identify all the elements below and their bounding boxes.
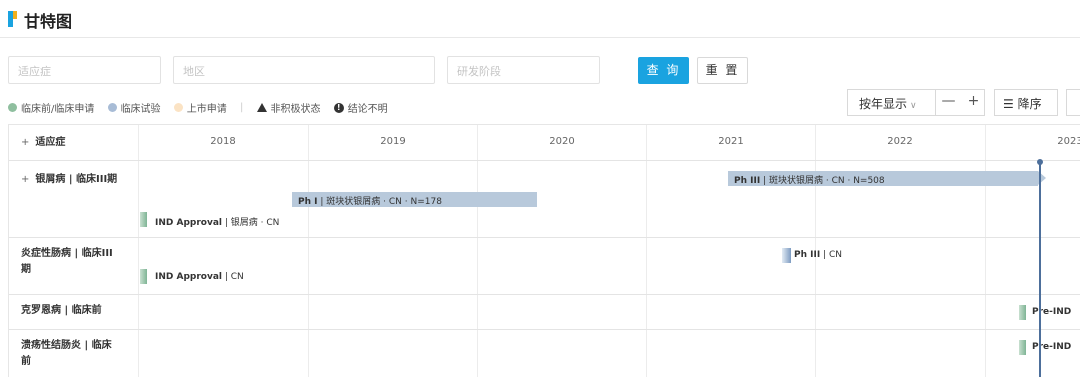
row-label-uc[interactable]: 溃疡性结肠炎 | 临床前 bbox=[21, 338, 121, 370]
title-bar: 甘特图 bbox=[0, 0, 1080, 38]
year-2019: 2019 bbox=[380, 136, 406, 147]
row-divider bbox=[9, 160, 1080, 161]
today-marker-icon bbox=[1037, 159, 1043, 165]
bar-phase: Ph III bbox=[794, 250, 821, 260]
grid-divider bbox=[477, 125, 478, 377]
legend-label-clinical: 临床试验 bbox=[120, 104, 161, 115]
phase3-ibd-text: Ph III | CN bbox=[794, 250, 842, 260]
bar-phase: Ph III bbox=[734, 176, 761, 186]
year-view-label: 按年显示 bbox=[859, 97, 908, 111]
ind-phase: IND Approval bbox=[155, 218, 222, 228]
year-2023: 2023 bbox=[1057, 136, 1080, 147]
extra-toolbar-button[interactable] bbox=[1066, 89, 1080, 116]
legend-label-market: 上市申请 bbox=[186, 104, 227, 115]
grid-divider bbox=[646, 125, 647, 377]
zoom-out-button[interactable]: — bbox=[936, 93, 961, 109]
reset-button[interactable]: 重 置 bbox=[697, 57, 748, 84]
ind-psoriasis-text: IND Approval | 银屑病 · CN bbox=[155, 218, 280, 228]
inactive-triangle-icon bbox=[256, 103, 267, 112]
expand-all-icon[interactable]: + bbox=[21, 137, 29, 148]
chevron-down-icon: ∨ bbox=[910, 101, 917, 111]
bar-sample: N=178 bbox=[410, 197, 442, 207]
year-2022: 2022 bbox=[887, 136, 913, 147]
sort-list-icon: ☰ bbox=[1003, 97, 1018, 111]
row-label-psoriasis[interactable]: + 银屑病 | 临床III期 bbox=[21, 172, 117, 188]
bar-region: CN bbox=[388, 197, 402, 207]
unclear-exclamation-icon: ! bbox=[333, 102, 344, 113]
preind-crohns-text: Pre-IND bbox=[1032, 307, 1072, 317]
row-label-ibd[interactable]: 炎症性肠病 | 临床III期 bbox=[21, 246, 121, 278]
ind-phase: IND Approval bbox=[155, 272, 222, 282]
legend-label-preclinical: 临床前/临床申请 bbox=[21, 104, 95, 115]
year-2021: 2021 bbox=[718, 136, 744, 147]
ind-region: CN bbox=[266, 218, 280, 228]
title-accent-secondary-icon bbox=[13, 11, 17, 19]
ind-region: CN bbox=[230, 272, 244, 282]
legend-label-unclear: 结论不明 bbox=[347, 104, 388, 115]
sort-descending-button[interactable]: ☰ 降序 bbox=[994, 89, 1058, 116]
row-label-crohns[interactable]: 克罗恩病 | 临床前 bbox=[21, 303, 102, 319]
phase-filter-input[interactable]: 研发阶段 bbox=[447, 56, 600, 84]
sort-label: 降序 bbox=[1017, 97, 1042, 111]
phase3-ibd-marker[interactable] bbox=[782, 248, 791, 263]
today-line bbox=[1039, 161, 1041, 377]
legend-divider: | bbox=[239, 102, 244, 113]
bar-sample: N=508 bbox=[853, 176, 885, 186]
grid-divider bbox=[985, 125, 986, 377]
year-view-select[interactable]: 按年显示 ∨ bbox=[847, 89, 935, 116]
clinical-legend-dot-icon bbox=[107, 103, 117, 112]
ind-ibd-marker[interactable] bbox=[140, 269, 147, 284]
preclinical-legend-dot-icon bbox=[8, 103, 17, 112]
zoom-in-button[interactable]: + bbox=[961, 93, 986, 109]
legend: 临床前/临床申请 临床试验 上市申请 | 非积极状态 ! 结论不明 bbox=[8, 100, 388, 115]
gantt-grid: + 适应症 2018 2019 2020 2021 2022 2023 + 银屑病 … bbox=[8, 124, 1080, 377]
ind-ibd-text: IND Approval | CN bbox=[155, 272, 244, 282]
grid-divider bbox=[308, 125, 309, 377]
phase3-psoriasis-bar[interactable]: Ph III | 斑块状银屑病 · CN · N=508 bbox=[728, 171, 1038, 186]
bar-region: CN bbox=[828, 250, 842, 260]
bar-detail: 斑块状银屑病 bbox=[326, 197, 381, 207]
indication-header[interactable]: + 适应症 bbox=[21, 135, 65, 151]
bar-region: CN bbox=[831, 176, 845, 186]
expand-row-icon[interactable]: + bbox=[21, 174, 29, 185]
grid-divider bbox=[138, 125, 139, 377]
ind-psoriasis-marker[interactable] bbox=[140, 212, 147, 227]
row-divider bbox=[9, 237, 1080, 238]
row-divider bbox=[9, 294, 1080, 295]
bar-phase: Ph I bbox=[298, 197, 318, 207]
preind-crohns-marker[interactable] bbox=[1019, 305, 1026, 320]
indication-header-label: 适应症 bbox=[35, 137, 66, 148]
indication-filter-input[interactable]: 适应症 bbox=[8, 56, 161, 84]
ind-detail: 银屑病 bbox=[230, 218, 258, 228]
bar-detail: 斑块状银屑病 bbox=[768, 176, 823, 186]
grid-header: + 适应症 2018 2019 2020 2021 2022 2023 bbox=[9, 125, 1080, 160]
year-2020: 2020 bbox=[549, 136, 575, 147]
legend-label-inactive: 非积极状态 bbox=[270, 104, 321, 115]
region-filter-input[interactable]: 地区 bbox=[173, 56, 435, 84]
preind-uc-marker[interactable] bbox=[1019, 340, 1026, 355]
row-divider bbox=[9, 329, 1080, 330]
phase1-psoriasis-bar[interactable]: Ph I | 斑块状银屑病 · CN · N=178 bbox=[292, 192, 537, 207]
preind-uc-text: Pre-IND bbox=[1032, 342, 1072, 352]
market-legend-dot-icon bbox=[173, 103, 183, 112]
query-button[interactable]: 查 询 bbox=[638, 57, 689, 84]
page-title: 甘特图 bbox=[24, 12, 73, 31]
year-2018: 2018 bbox=[210, 136, 236, 147]
zoom-control: — + bbox=[935, 89, 985, 116]
row-label-text: 银屑病 | 临床III期 bbox=[35, 174, 118, 185]
